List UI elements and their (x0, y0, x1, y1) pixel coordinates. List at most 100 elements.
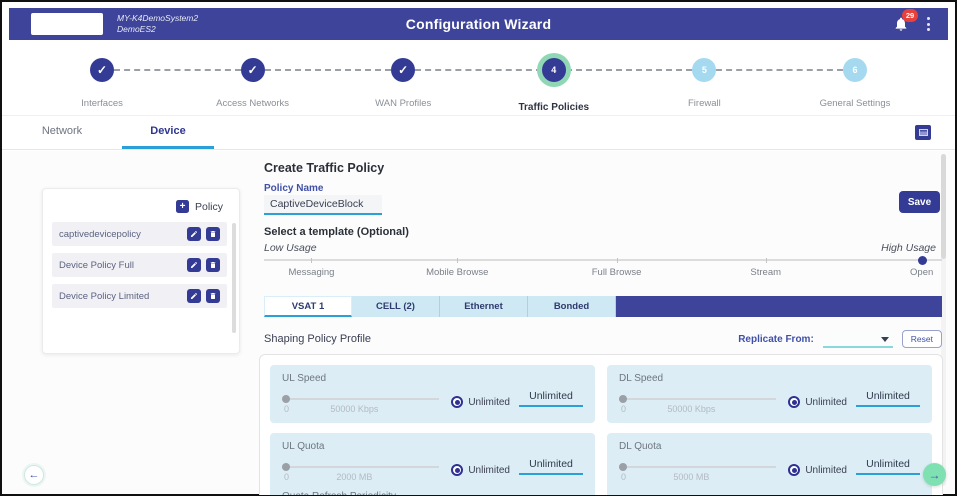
delete-policy-button[interactable] (206, 289, 220, 303)
dl-quota-slider[interactable]: 0 5000 MB (619, 466, 776, 483)
interface-tab-filler (616, 296, 942, 317)
template-option-messaging[interactable]: Messaging (288, 267, 334, 278)
dl-quota-value-field[interactable]: Unlimited (856, 458, 920, 475)
add-policy-button[interactable]: + (176, 200, 189, 213)
scrollbar-thumb[interactable] (941, 154, 946, 259)
step-label: Access Networks (216, 98, 289, 109)
step-access-networks[interactable]: ✓ Access Networks (241, 58, 265, 82)
ul-quota-slider[interactable]: 0 2000 MB (282, 466, 439, 483)
edit-policy-button[interactable] (187, 258, 201, 272)
step-label: Firewall (688, 98, 721, 109)
slider-scale-label: 5000 MB (673, 472, 709, 482)
more-menu-icon[interactable] (925, 15, 932, 33)
policy-name: captivedevicepolicy (59, 229, 182, 240)
ul-quota-label: UL Quota (282, 441, 583, 452)
plus-icon: + (180, 201, 186, 212)
ul-speed-unlimited-radio[interactable]: Unlimited (451, 396, 510, 408)
dl-speed-unlimited-radio[interactable]: Unlimited (788, 396, 847, 408)
shaping-controls: Replicate From: Reset (738, 330, 942, 348)
edit-icon (190, 261, 198, 269)
ul-quota-value-field[interactable]: Unlimited (519, 458, 583, 475)
slider-handle[interactable] (282, 395, 290, 403)
quota-refresh-label: Quota Refresh Periodicity (282, 491, 583, 495)
save-button[interactable]: Save (899, 191, 940, 213)
template-option-mobile-browse[interactable]: Mobile Browse (426, 267, 488, 278)
step-traffic-policies[interactable]: 4 Traffic Policies (542, 58, 566, 82)
app-header: MY-K4DemoSystem2 DemoES2 Configuration W… (9, 8, 948, 40)
replicate-from-select[interactable] (823, 331, 893, 348)
ul-speed-panel: UL Speed 0 50000 Kbps Unlimited Unlimite… (270, 365, 595, 423)
dl-speed-slider[interactable]: 0 50000 Kbps (619, 398, 776, 415)
add-policy-label[interactable]: Policy (195, 201, 223, 213)
slider-min: 0 (621, 472, 626, 482)
dl-speed-panel: DL Speed 0 50000 Kbps Unlimited Unlimite… (607, 365, 932, 423)
ul-quota-panel: UL Quota 0 2000 MB Unlimited Unlimited Q… (270, 433, 595, 495)
delete-policy-button[interactable] (206, 258, 220, 272)
step-number: 5 (692, 58, 716, 82)
template-slider-track[interactable] (264, 259, 942, 261)
brand-logo (31, 13, 103, 35)
template-option-full-browse[interactable]: Full Browse (592, 267, 642, 278)
slider-tick (311, 258, 312, 263)
slider-min: 0 (284, 404, 289, 414)
high-usage-label: High Usage (881, 242, 936, 254)
edit-policy-button[interactable] (187, 289, 201, 303)
step-interfaces[interactable]: ✓ Interfaces (90, 58, 114, 82)
slider-handle[interactable] (619, 463, 627, 471)
notifications-button[interactable]: 29 (893, 16, 909, 32)
dl-quota-panel: DL Quota 0 5000 MB Unlimited Unlimited (607, 433, 932, 495)
check-icon: ✓ (391, 58, 415, 82)
system-info: MY-K4DemoSystem2 DemoES2 (117, 13, 198, 36)
tab-device[interactable]: Device (122, 116, 214, 149)
policy-name-input[interactable] (264, 195, 382, 215)
ul-speed-label: UL Speed (282, 373, 583, 384)
radio-selected-icon (451, 464, 463, 476)
step-wan-profiles[interactable]: ✓ WAN Profiles (391, 58, 415, 82)
policy-list-item[interactable]: Device Policy Full (52, 253, 227, 277)
step-label: WAN Profiles (375, 98, 431, 109)
policy-list-scrollbar[interactable] (232, 223, 236, 333)
next-arrow-icon: → (929, 468, 941, 482)
trash-icon (209, 292, 217, 300)
template-option-open[interactable]: Open (910, 267, 933, 278)
policy-list-item[interactable]: Device Policy Limited (52, 284, 227, 308)
delete-policy-button[interactable] (206, 227, 220, 241)
step-label: Interfaces (81, 98, 123, 109)
card-view-icon[interactable] (915, 125, 931, 140)
tab-ethernet[interactable]: Ethernet (440, 296, 528, 317)
template-option-stream[interactable]: Stream (750, 267, 781, 278)
slider-handle[interactable] (282, 463, 290, 471)
ul-quota-unlimited-radio[interactable]: Unlimited (451, 464, 510, 476)
template-slider-handle[interactable] (918, 256, 927, 265)
system-model: DemoES2 (117, 24, 198, 35)
view-tab-bar: Network Device (2, 115, 955, 150)
tab-network[interactable]: Network (16, 116, 108, 149)
ul-speed-slider[interactable]: 0 50000 Kbps (282, 398, 439, 415)
policy-name: Device Policy Limited (59, 291, 182, 302)
slider-handle[interactable] (619, 395, 627, 403)
page-title: Configuration Wizard (406, 16, 551, 32)
ul-speed-value-field[interactable]: Unlimited (519, 390, 583, 407)
chevron-down-icon (881, 337, 889, 346)
tab-cell[interactable]: CELL (2) (352, 296, 440, 317)
dl-speed-value-field[interactable]: Unlimited (856, 390, 920, 407)
reset-button[interactable]: Reset (902, 330, 942, 348)
check-icon: ✓ (241, 58, 265, 82)
tab-bonded[interactable]: Bonded (528, 296, 616, 317)
template-section-label: Select a template (Optional) (264, 226, 409, 238)
slider-tick (766, 258, 767, 263)
step-number: 6 (843, 58, 867, 82)
slider-scale-label: 50000 Kbps (330, 404, 378, 414)
step-general-settings[interactable]: 6 General Settings (843, 58, 867, 82)
radio-selected-icon (451, 396, 463, 408)
check-icon: ✓ (90, 58, 114, 82)
trash-icon (209, 261, 217, 269)
policy-list-item[interactable]: captivedevicepolicy (52, 222, 227, 246)
step-firewall[interactable]: 5 Firewall (692, 58, 716, 82)
dl-quota-unlimited-radio[interactable]: Unlimited (788, 464, 847, 476)
next-button[interactable]: → (923, 463, 946, 486)
low-usage-label: Low Usage (264, 242, 317, 254)
edit-policy-button[interactable] (187, 227, 201, 241)
tab-vsat-1[interactable]: VSAT 1 (264, 296, 352, 317)
back-button[interactable]: ← (24, 465, 44, 485)
